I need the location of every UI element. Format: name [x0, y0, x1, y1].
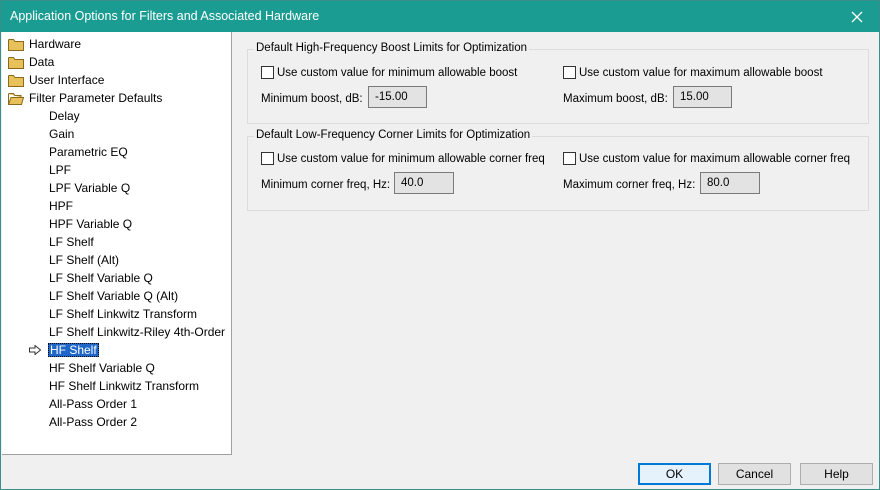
tree-item-label: LF Shelf (Alt) — [49, 253, 120, 267]
tree-item-label: LF Shelf — [49, 235, 94, 249]
checkbox-label: Use custom value for maximum allowable c… — [579, 152, 850, 165]
tree-item-lf-shelf[interactable]: LF Shelf — [48, 233, 95, 251]
tree-item-lpf-variable-q[interactable]: LPF Variable Q — [48, 179, 131, 197]
options-dialog: Application Options for Filters and Asso… — [0, 0, 880, 490]
min-boost-checkbox[interactable]: Use custom value for minimum allowable b… — [261, 66, 517, 79]
tree-item-label: HPF Variable Q — [49, 217, 133, 231]
checkbox-box[interactable] — [563, 66, 576, 79]
close-icon — [851, 11, 863, 22]
tree-item-label: LF Shelf Linkwitz Transform — [49, 307, 198, 321]
tree-item-lf-shelf-linkwitz-riley[interactable]: LF Shelf Linkwitz-Riley 4th-Order — [48, 323, 226, 341]
max-corner-label: Maximum corner freq, Hz: — [563, 179, 696, 191]
tree-item-parametric-eq[interactable]: Parametric EQ — [48, 143, 129, 161]
tree-item-hpf-variable-q[interactable]: HPF Variable Q — [48, 215, 133, 233]
tree-item-label: Gain — [49, 127, 75, 141]
tree-item-label: All-Pass Order 1 — [49, 397, 138, 411]
tree-item-lpf[interactable]: LPF — [48, 161, 72, 179]
max-boost-label: Maximum boost, dB: — [563, 93, 668, 105]
max-corner-field[interactable]: 80.0 — [700, 172, 760, 194]
window-title: Application Options for Filters and Asso… — [10, 9, 320, 23]
ok-button[interactable]: OK — [638, 463, 711, 485]
checkbox-label: Use custom value for minimum allowable c… — [277, 152, 545, 165]
tree-item-hpf[interactable]: HPF — [48, 197, 74, 215]
checkbox-label: Use custom value for maximum allowable b… — [579, 66, 823, 79]
settings-panel: Default High-Frequency Boost Limits for … — [233, 32, 879, 455]
max-boost-field[interactable]: 15.00 — [673, 86, 732, 108]
tree-item-gain[interactable]: Gain — [48, 125, 75, 143]
tree-folder-label: User Interface — [29, 73, 105, 87]
tree-folder-label: Hardware — [29, 37, 82, 51]
tree-item-all-pass-order-1[interactable]: All-Pass Order 1 — [48, 395, 138, 413]
tree-item-label: LF Shelf Variable Q (Alt) — [49, 289, 179, 303]
title-bar[interactable]: Application Options for Filters and Asso… — [1, 1, 879, 32]
tree-item-label: Parametric EQ — [49, 145, 128, 159]
tree-item-label: LF Shelf Linkwitz-Riley 4th-Order — [49, 325, 226, 339]
tree-item-delay[interactable]: Delay — [48, 107, 81, 125]
cancel-button[interactable]: Cancel — [718, 463, 791, 485]
folder-icon — [8, 75, 24, 87]
tree-folder-label: Data — [29, 55, 55, 69]
checkbox-box[interactable] — [261, 152, 274, 165]
tree-item-all-pass-order-2[interactable]: All-Pass Order 2 — [48, 413, 138, 431]
min-boost-label: Minimum boost, dB: — [261, 93, 363, 105]
close-button[interactable] — [835, 1, 879, 32]
tree-item-label: LPF — [49, 163, 72, 177]
tree-item-lf-shelf-variable-q-alt[interactable]: LF Shelf Variable Q (Alt) — [48, 287, 179, 305]
tree-item-hf-shelf-variable-q[interactable]: HF Shelf Variable Q — [48, 359, 156, 377]
max-corner-checkbox[interactable]: Use custom value for maximum allowable c… — [563, 152, 850, 165]
tree-item-label: LF Shelf Variable Q — [49, 271, 153, 285]
button-bar: OK Cancel Help — [1, 456, 879, 489]
tree-item-lf-shelf-variable-q[interactable]: LF Shelf Variable Q — [48, 269, 154, 287]
min-boost-field[interactable]: -15.00 — [368, 86, 427, 108]
tree-item-lf-shelf-linkwitz-transform[interactable]: LF Shelf Linkwitz Transform — [48, 305, 198, 323]
checkbox-box[interactable] — [563, 152, 576, 165]
options-tree[interactable]: Hardware Data User Interface Filter Para… — [2, 32, 232, 455]
group-title: Default Low-Frequency Corner Limits for … — [254, 129, 533, 141]
tree-item-label: LPF Variable Q — [49, 181, 131, 195]
tree-item-label: HF Shelf Variable Q — [49, 361, 155, 375]
folder-icon — [8, 57, 24, 69]
group-title: Default High-Frequency Boost Limits for … — [254, 42, 529, 54]
tree-item-label: HF Shelf — [48, 343, 99, 357]
tree-item-label: HF Shelf Linkwitz Transform — [49, 379, 200, 393]
folder-icon — [8, 39, 24, 51]
tree-item-label: All-Pass Order 2 — [49, 415, 138, 429]
tree-item-lf-shelf-alt[interactable]: LF Shelf (Alt) — [48, 251, 120, 269]
checkbox-box[interactable] — [261, 66, 274, 79]
open-folder-icon — [8, 93, 24, 105]
tree-folder-label: Filter Parameter Defaults — [29, 91, 163, 105]
corner-limits-group: Default Low-Frequency Corner Limits for … — [247, 129, 869, 211]
min-corner-checkbox[interactable]: Use custom value for minimum allowable c… — [261, 152, 545, 165]
tree-item-label: Delay — [49, 109, 80, 123]
tree-item-hf-shelf[interactable]: HF Shelf — [48, 341, 99, 359]
selection-arrow-icon — [29, 345, 41, 355]
min-corner-field[interactable]: 40.0 — [394, 172, 454, 194]
max-boost-checkbox[interactable]: Use custom value for maximum allowable b… — [563, 66, 823, 79]
boost-limits-group: Default High-Frequency Boost Limits for … — [247, 42, 869, 124]
help-button[interactable]: Help — [800, 463, 873, 485]
tree-item-label: HPF — [49, 199, 73, 213]
checkbox-label: Use custom value for minimum allowable b… — [277, 66, 518, 79]
tree-item-hf-shelf-linkwitz-transform[interactable]: HF Shelf Linkwitz Transform — [48, 377, 200, 395]
min-corner-label: Minimum corner freq, Hz: — [261, 179, 391, 191]
